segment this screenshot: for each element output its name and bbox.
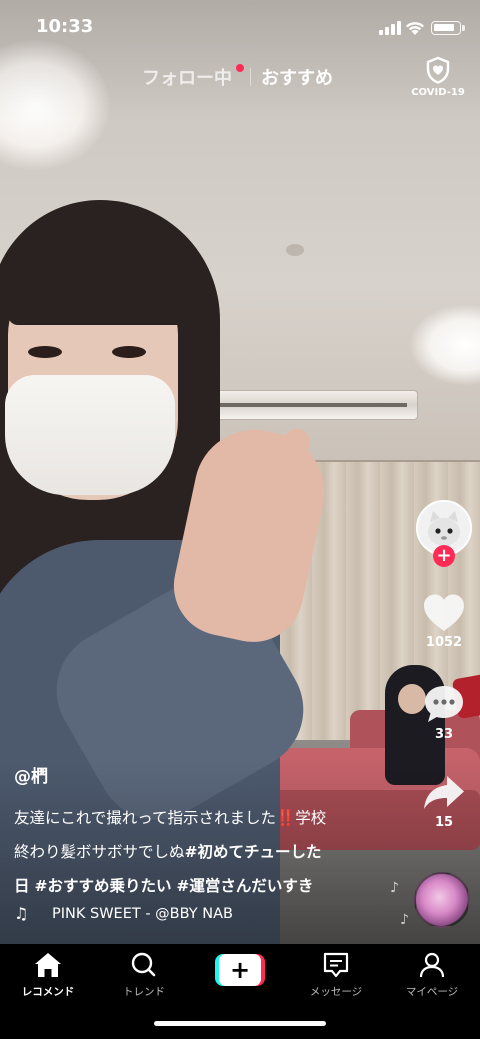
nav-home[interactable]: レコメンド (0, 950, 96, 999)
author-handle[interactable]: @椚 (14, 762, 404, 787)
new-content-dot (236, 64, 244, 72)
create-video-button[interactable]: + (215, 954, 265, 986)
tab-following[interactable]: フォロー中 (142, 64, 232, 90)
hashtag[interactable]: #おすすめ乗りたい (34, 877, 171, 895)
description-line: 終わり髪ボサボサでしぬ#初めてチューした (14, 835, 404, 869)
create-plus-icon: + (219, 954, 261, 986)
music-title: PINK SWEET - @BBY NAB (52, 906, 233, 922)
message-icon (323, 952, 349, 978)
music-disc-button[interactable] (414, 872, 470, 928)
video-description[interactable]: 友達にこれで撮れって指示されました‼️学校 終わり髪ボサボサでしぬ#初めてチュー… (14, 801, 404, 903)
person-eye (112, 346, 146, 358)
covid-label: COVID-19 (411, 87, 465, 98)
nav-label: マイページ (405, 986, 459, 998)
music-info[interactable]: ♫ PINK SWEET - @BBY NAB (14, 904, 314, 926)
hashtag[interactable]: #初めてチューした (185, 843, 322, 861)
description-line: 友達にこれで撮れって指示されました‼️学校 (14, 801, 404, 835)
person-eye (28, 346, 62, 358)
ceiling-light (410, 305, 480, 385)
heart-icon (424, 594, 464, 631)
home-indicator (154, 1021, 326, 1026)
floating-note-icon: ♪ (400, 912, 409, 928)
video-caption: @椚 友達にこれで撮れって指示されました‼️学校 終わり髪ボサボサでしぬ#初めて… (14, 762, 404, 903)
shield-heart-icon (426, 56, 450, 84)
tab-for-you[interactable]: おすすめ (261, 64, 333, 90)
description-line: 日 #おすすめ乗りたい #運営さんだいすき (14, 869, 404, 903)
tab-divider (250, 68, 251, 86)
wifi-icon (406, 22, 424, 35)
status-time: 10:33 (36, 16, 94, 37)
description-text: 終わり髪ボサボサでしぬ (14, 843, 185, 861)
nav-profile[interactable]: マイページ (384, 950, 480, 999)
music-note-icon: ♫ (14, 904, 29, 923)
share-arrow-icon (424, 776, 464, 809)
battery-icon (431, 21, 461, 35)
creator-avatar-button[interactable]: + (416, 500, 472, 570)
profile-icon (419, 952, 445, 978)
comment-count: 33 (434, 727, 454, 742)
battery-cap (462, 25, 465, 31)
like-count: 1052 (425, 635, 463, 650)
share-count: 15 (434, 815, 454, 830)
nav-label: メッセージ (309, 986, 363, 998)
battery-level (434, 24, 454, 31)
nav-label: レコメンド (21, 986, 75, 998)
description-text: 友達にこれで撮れって指示されました (14, 809, 276, 827)
covid-info-button[interactable]: COVID-19 (410, 56, 466, 102)
follow-button[interactable]: + (433, 545, 455, 567)
share-button[interactable]: 15 (410, 773, 478, 830)
floating-note-icon: ♪ (390, 880, 399, 896)
status-bar: 10:33 (0, 0, 480, 56)
nav-label: トレンド (123, 986, 165, 998)
hashtag[interactable]: #運営さんだいすき (176, 877, 313, 895)
hashtag[interactable]: 日 (14, 877, 30, 895)
air-vent (200, 390, 418, 420)
home-icon (35, 953, 61, 977)
comment-button[interactable]: 33 (410, 683, 478, 742)
face-mask (5, 375, 175, 495)
comment-bubble-icon (425, 686, 463, 722)
ceiling-fixture (286, 244, 304, 256)
description-text: 学校 (295, 809, 327, 827)
nav-trend[interactable]: トレンド (96, 950, 192, 999)
like-button[interactable]: 1052 (410, 593, 478, 650)
nav-messages[interactable]: メッセージ (288, 950, 384, 999)
double-exclamation-emoji: ‼️ (275, 809, 296, 827)
cellular-signal-icon (379, 21, 401, 35)
feed-tabs: フォロー中 おすすめ (0, 60, 480, 92)
search-icon (131, 952, 156, 977)
